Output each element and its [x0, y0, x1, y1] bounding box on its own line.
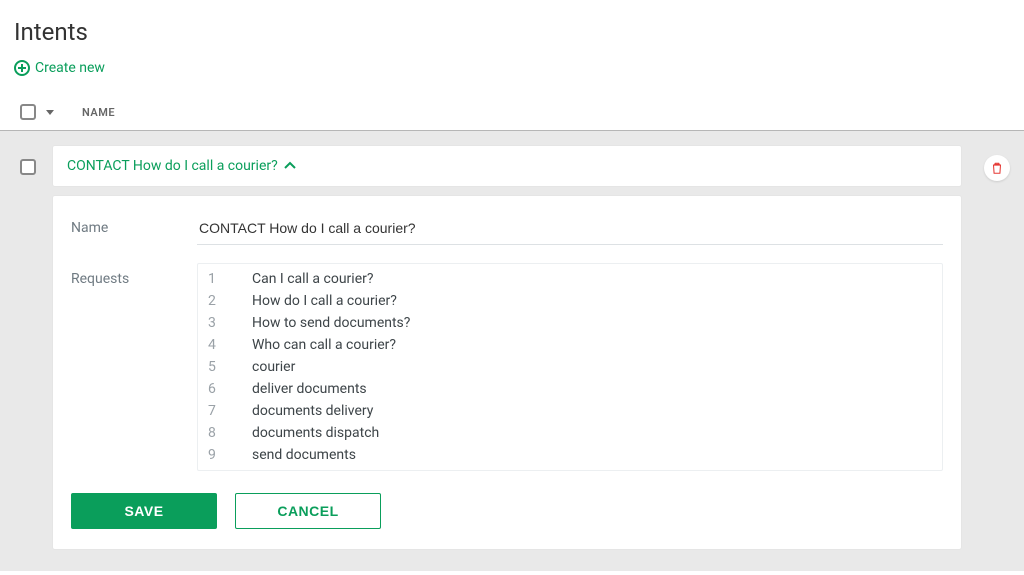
content-area: CONTACT How do I call a courier? Name Re… [0, 131, 1024, 571]
request-number: 6 [208, 381, 222, 397]
request-text: Can I call a courier? [252, 271, 374, 287]
request-text: courier [252, 359, 295, 375]
cancel-button[interactable]: CANCEL [235, 493, 381, 529]
request-item[interactable]: 7 documents delivery [198, 400, 942, 422]
chevron-up-icon [284, 161, 296, 171]
request-item[interactable]: 5 courier [198, 356, 942, 378]
name-field-row: Name [71, 212, 943, 245]
request-number: 8 [208, 425, 222, 441]
intent-card: CONTACT How do I call a courier? Name Re… [52, 145, 962, 550]
request-number: 7 [208, 403, 222, 419]
requests-list: 1 Can I call a courier? 2 How do I call a c… [197, 263, 943, 471]
request-text: documents dispatch [252, 425, 379, 441]
page-title: Intents [0, 0, 1024, 60]
requests-field-row: Requests 1 Can I call a courier? 2 How do I… [71, 263, 943, 471]
request-item[interactable]: 1 Can I call a courier? [198, 268, 942, 290]
request-text: How to send documents? [252, 315, 410, 331]
name-label: Name [71, 212, 197, 236]
intent-header[interactable]: CONTACT How do I call a courier? [52, 145, 962, 187]
intent-row: CONTACT How do I call a courier? Name Re… [14, 145, 1010, 550]
request-item[interactable]: 4 Who can call a courier? [198, 334, 942, 356]
row-checkbox[interactable] [20, 159, 36, 175]
form-buttons: SAVE CANCEL [71, 493, 943, 529]
create-new-button[interactable]: Create new [0, 60, 119, 94]
request-text: documents delivery [252, 403, 373, 419]
save-button[interactable]: SAVE [71, 493, 217, 529]
request-number: 4 [208, 337, 222, 353]
intent-body: Name Requests 1 Can I call a courier? 2 How… [52, 195, 962, 550]
name-input[interactable] [197, 212, 943, 245]
request-item[interactable]: 6 deliver documents [198, 378, 942, 400]
select-all-checkbox[interactable] [20, 104, 36, 120]
request-item[interactable]: 8 documents dispatch [198, 422, 942, 444]
request-number: 9 [208, 447, 222, 463]
request-text: How do I call a courier? [252, 293, 397, 309]
column-header-name: NAME [82, 106, 115, 119]
request-number: 1 [208, 271, 222, 287]
request-item[interactable]: 2 How do I call a courier? [198, 290, 942, 312]
delete-button[interactable] [984, 155, 1010, 181]
request-number: 5 [208, 359, 222, 375]
requests-label: Requests [71, 263, 197, 287]
create-new-label: Create new [35, 60, 105, 76]
request-number: 3 [208, 315, 222, 331]
intent-title: CONTACT How do I call a courier? [67, 158, 278, 174]
table-header-row: NAME [0, 94, 1024, 131]
request-text: Who can call a courier? [252, 337, 396, 353]
request-text: send documents [252, 447, 356, 463]
plus-circle-icon [14, 60, 30, 76]
request-item[interactable]: 9 send documents [198, 444, 942, 466]
trash-icon [990, 161, 1004, 175]
request-item[interactable]: 3 How to send documents? [198, 312, 942, 334]
request-text: deliver documents [252, 381, 367, 397]
chevron-down-icon[interactable] [46, 110, 54, 115]
request-number: 2 [208, 293, 222, 309]
